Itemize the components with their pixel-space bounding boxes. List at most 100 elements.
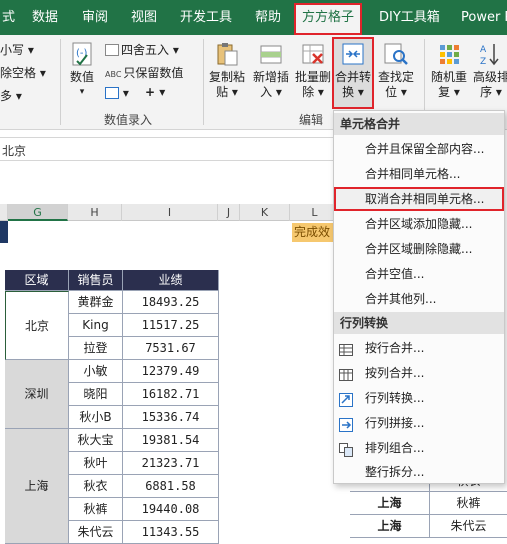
menu-item-transpose[interactable]: 行列转换... bbox=[334, 386, 504, 410]
seller-cell[interactable]: 拉登 bbox=[69, 337, 123, 360]
amount-cell[interactable]: 11343.55 bbox=[123, 521, 219, 544]
abc-icon: ABC bbox=[105, 70, 122, 79]
column-header-partial bbox=[0, 204, 8, 221]
menu-item-merge-same[interactable]: 合并相同单元格... bbox=[334, 162, 504, 186]
region-cell-shenzhen[interactable]: 深圳 bbox=[5, 360, 69, 429]
amount-cell[interactable]: 21323.71 bbox=[123, 452, 219, 475]
menu-item-merge-by-column[interactable]: 按列合并... bbox=[334, 361, 504, 385]
menu-item-merge-remove-hidden[interactable]: 合并区域删除隐藏... bbox=[334, 237, 504, 261]
seller-cell[interactable]: 朱代云 bbox=[69, 521, 123, 544]
merge-convert-button[interactable]: 合并转 换 ▾ bbox=[332, 37, 374, 109]
menu-item-merge-by-row[interactable]: 按行合并... bbox=[334, 336, 504, 360]
menu-section-cell-merge: 单元格合并 bbox=[334, 113, 504, 135]
random-icon bbox=[436, 41, 462, 67]
menu-item-unmerge-same[interactable]: 取消合并相同单元格... bbox=[334, 187, 504, 211]
region-cell-shanghai[interactable]: 上海 bbox=[5, 429, 69, 544]
menu-item-merge-add-hidden[interactable]: 合并区域添加隐藏... bbox=[334, 212, 504, 236]
amount-cell[interactable]: 19381.54 bbox=[123, 429, 219, 452]
new-insert-button[interactable]: 新增插 入 ▾ bbox=[250, 39, 292, 107]
header-seller[interactable]: 销售员 bbox=[69, 270, 123, 291]
navy-band bbox=[0, 221, 8, 243]
seller-cell[interactable]: 秋大宝 bbox=[69, 429, 123, 452]
formula-bar[interactable]: 北京 bbox=[0, 137, 340, 161]
result-region-cell[interactable]: 上海 bbox=[350, 492, 430, 515]
svg-text:Z: Z bbox=[480, 57, 486, 67]
menu-item-merge-empty[interactable]: 合并空值... bbox=[334, 262, 504, 286]
amount-cell[interactable]: 16182.71 bbox=[123, 383, 219, 406]
chevron-down-icon: ▾ bbox=[79, 87, 85, 97]
more-button[interactable]: 多 ▾ bbox=[0, 87, 22, 104]
tab-view[interactable]: 视图 bbox=[131, 0, 157, 35]
menu-item-row-column-join[interactable]: 行列拼接... bbox=[334, 411, 504, 435]
seller-cell[interactable]: King bbox=[69, 314, 123, 337]
column-header-j[interactable]: J bbox=[218, 204, 240, 221]
keep-value-button[interactable]: ABC 只保留数值 bbox=[105, 64, 183, 81]
advanced-sort-button[interactable]: A Z 高级排 序 ▾ bbox=[471, 39, 507, 107]
seller-cell[interactable]: 秋裤 bbox=[69, 498, 123, 521]
copy-paste-button[interactable]: 复制粘 贴 ▾ bbox=[206, 39, 248, 107]
remove-space-button[interactable]: 除空格 ▾ bbox=[0, 64, 46, 81]
fill-button[interactable]: ▾ bbox=[105, 86, 129, 100]
column-header-i[interactable]: I bbox=[122, 204, 218, 221]
transpose-icon bbox=[339, 391, 353, 407]
amount-cell[interactable]: 12379.49 bbox=[123, 360, 219, 383]
table-columns-icon bbox=[339, 366, 353, 381]
result-seller-cell[interactable]: 秋裤 bbox=[430, 492, 507, 515]
round-icon bbox=[105, 44, 119, 56]
menu-item-permutation[interactable]: 排列组合... bbox=[334, 436, 504, 460]
edit-icon bbox=[105, 87, 119, 99]
seller-cell[interactable]: 秋叶 bbox=[69, 452, 123, 475]
amount-cell[interactable]: 6881.58 bbox=[123, 475, 219, 498]
menu-section-row-column: 行列转换 bbox=[334, 312, 504, 334]
column-header-h[interactable]: H bbox=[68, 204, 122, 221]
menu-item-merge-keep-all[interactable]: 合并且保留全部内容... bbox=[334, 137, 504, 161]
amount-cell[interactable]: 7531.67 bbox=[123, 337, 219, 360]
amount-cell[interactable]: 18493.25 bbox=[123, 291, 219, 314]
table-rows-icon bbox=[339, 341, 353, 356]
header-amount[interactable]: 业绩 bbox=[123, 270, 219, 291]
permutation-icon bbox=[339, 441, 353, 457]
find-locate-button[interactable]: 查找定 位 ▾ bbox=[376, 39, 416, 107]
round-button[interactable]: 四舍五入 ▾ bbox=[105, 41, 179, 58]
ribbon-separator bbox=[60, 39, 61, 125]
group-label-number-entry: 数值录入 bbox=[104, 113, 153, 127]
column-header-k[interactable]: K bbox=[240, 204, 290, 221]
merge-convert-menu: 单元格合并 合并且保留全部内容... 合并相同单元格... 取消合并相同单元格.… bbox=[333, 110, 505, 484]
seller-cell[interactable]: 黄群金 bbox=[69, 291, 123, 314]
result-region-cell[interactable]: 上海 bbox=[350, 515, 430, 538]
plus-button[interactable]: + ▾ bbox=[145, 85, 165, 99]
header-region[interactable]: 区域 bbox=[5, 270, 69, 291]
tab-developer[interactable]: 开发工具 bbox=[180, 0, 232, 35]
amount-cell[interactable]: 15336.74 bbox=[123, 406, 219, 429]
value-button[interactable]: (-) 数值 ▾ bbox=[64, 39, 100, 107]
tab-data[interactable]: 数据 bbox=[32, 0, 58, 35]
batch-delete-button[interactable]: 批量删 除 ▾ bbox=[293, 39, 333, 107]
column-header: G H I J K L bbox=[0, 204, 340, 221]
random-repeat-button[interactable]: 随机重 复 ▾ bbox=[429, 39, 469, 107]
result-seller-cell[interactable]: 朱代云 bbox=[430, 515, 507, 538]
value-icon: (-) bbox=[69, 41, 95, 67]
seller-cell[interactable]: 秋衣 bbox=[69, 475, 123, 498]
ribbon-tab-bar: 式 数据 审阅 视图 开发工具 帮助 方方格子 DIY工具箱 Power P bbox=[0, 0, 507, 35]
tab-diy-toolbox[interactable]: DIY工具箱 bbox=[379, 0, 440, 35]
column-header-g[interactable]: G bbox=[8, 204, 68, 221]
seller-cell[interactable]: 小敏 bbox=[69, 360, 123, 383]
amount-cell[interactable]: 19440.08 bbox=[123, 498, 219, 521]
region-cell-beijing[interactable]: 北京 bbox=[5, 291, 69, 360]
seller-cell[interactable]: 秋小B bbox=[69, 406, 123, 429]
tab-fangfang[interactable]: 方方格子 bbox=[294, 3, 363, 35]
menu-item-split-rows[interactable]: 整行拆分... bbox=[334, 460, 504, 484]
insert-icon bbox=[258, 41, 284, 67]
seller-cell[interactable]: 晓阳 bbox=[69, 383, 123, 406]
tab-review[interactable]: 审阅 bbox=[82, 0, 108, 35]
lowercase-button[interactable]: 小写 ▾ bbox=[0, 41, 34, 58]
join-icon bbox=[339, 416, 353, 432]
tab-help[interactable]: 帮助 bbox=[255, 0, 281, 35]
amount-cell[interactable]: 11517.25 bbox=[123, 314, 219, 337]
tab-formulas[interactable]: 式 bbox=[2, 0, 15, 35]
menu-item-merge-other-column[interactable]: 合并其他列... bbox=[334, 287, 504, 311]
group-label-edit: 编辑 bbox=[299, 113, 324, 127]
clipboard-icon bbox=[214, 41, 240, 67]
tab-power-pivot[interactable]: Power P bbox=[461, 0, 507, 35]
delete-table-icon bbox=[300, 41, 326, 67]
